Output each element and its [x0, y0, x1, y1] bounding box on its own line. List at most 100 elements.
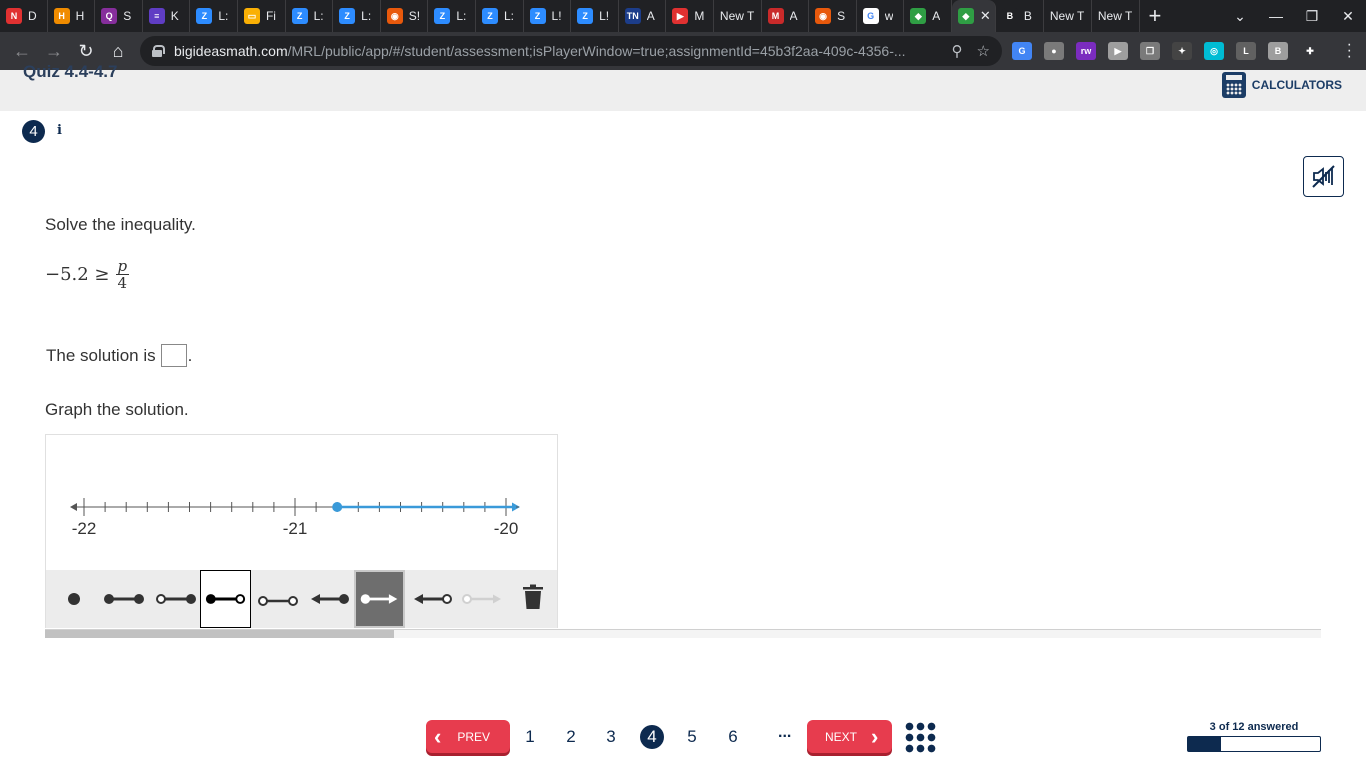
tool-left-ray-closed-button[interactable]	[303, 570, 354, 628]
close-window-icon[interactable]: ✕	[1330, 8, 1366, 25]
window-controls: ⌄ — ❐ ✕	[1222, 0, 1366, 32]
browser-tab[interactable]: Z L:	[428, 0, 476, 32]
browser-menu-icon[interactable]: · · ·	[1347, 37, 1352, 65]
tab-title: L:	[456, 9, 467, 23]
tab-favicon-icon: ◆	[910, 8, 927, 24]
extension-icon[interactable]: ✚	[1300, 42, 1320, 60]
tool-delete-button[interactable]	[507, 570, 558, 628]
browser-tab-strip: N D H H Q S ≡ K Z L: ▭ Fi Z L: Z L: ◉ S! Z L: Z L: Z L! Z L! TN A ▶ M…	[0, 0, 1366, 32]
tab-search-icon[interactable]: ⌄	[1222, 8, 1258, 25]
extension-icon[interactable]: G	[1012, 42, 1032, 60]
url-text[interactable]: bigideasmath.com/MRL/public/app/#/studen…	[174, 43, 952, 59]
audio-mute-button[interactable]	[1303, 156, 1344, 197]
progress-fill	[1188, 737, 1221, 751]
browser-tab[interactable]: ◉ S	[809, 0, 857, 32]
bookmark-star-icon[interactable]: ☆	[977, 42, 990, 60]
left-ray-closed-icon	[310, 594, 349, 604]
minimize-icon[interactable]: —	[1258, 8, 1294, 24]
closed-closed-segment-icon	[103, 594, 144, 604]
tab-title: H	[75, 9, 85, 23]
browser-tab[interactable]: ▭ Fi	[238, 0, 286, 32]
browser-tab[interactable]: New T	[1044, 0, 1092, 32]
page-4-link[interactable]: 4	[640, 725, 664, 749]
lock-icon[interactable]	[152, 45, 165, 57]
browser-tab[interactable]: ≡ K	[143, 0, 191, 32]
page-5-link[interactable]: 5	[680, 725, 704, 749]
tool-open-closed-segment-button[interactable]	[150, 570, 201, 628]
open-closed-segment-icon	[155, 594, 196, 604]
browser-tab[interactable]: Z L:	[286, 0, 334, 32]
browser-tab[interactable]: TN A	[619, 0, 667, 32]
extension-icon[interactable]: ❐	[1140, 42, 1160, 60]
number-line-label: -22	[72, 519, 97, 538]
question-prompt: Solve the inequality.	[45, 215, 196, 234]
tab-favicon-icon: ◉	[386, 8, 403, 24]
extension-icon[interactable]: rw	[1076, 42, 1096, 60]
horizontal-scrollbar[interactable]	[45, 629, 1321, 638]
page-3-link[interactable]: 3	[599, 725, 623, 749]
zoom-icon[interactable]: ⚲	[952, 42, 963, 60]
tab-favicon-icon: Q	[101, 8, 118, 24]
address-bar[interactable]: bigideasmath.com/MRL/public/app/#/studen…	[140, 36, 1002, 66]
tab-close-icon[interactable]: ✕	[980, 8, 991, 24]
number-line[interactable]: -22 -21 -20	[46, 435, 557, 569]
tab-favicon-icon: ◆	[957, 8, 974, 24]
browser-tab[interactable]: MA	[762, 0, 810, 32]
tool-open-open-segment-button[interactable]	[252, 570, 303, 628]
browser-tab[interactable]: HH	[48, 0, 96, 32]
browser-tab[interactable]: ▶ M	[666, 0, 714, 32]
tab-favicon-icon: Z	[577, 8, 594, 24]
browser-tab[interactable]: Z L!	[524, 0, 572, 32]
tool-closed-closed-segment-button[interactable]	[98, 570, 149, 628]
number-line-label: -21	[283, 519, 308, 538]
prev-button[interactable]: ‹ PREV	[426, 720, 510, 753]
browser-tab[interactable]: BB	[996, 0, 1044, 32]
more-pages-ellipsis[interactable]: ...	[778, 724, 791, 742]
browser-tab[interactable]: New T	[714, 0, 762, 32]
next-button[interactable]: NEXT ›	[807, 720, 892, 753]
browser-tab[interactable]: ◉ S!	[381, 0, 429, 32]
browser-tab[interactable]: Gw	[857, 0, 905, 32]
browser-tab[interactable]: ND	[0, 0, 48, 32]
solution-answer-input[interactable]	[160, 344, 187, 367]
page-1-link[interactable]: 1	[518, 725, 542, 749]
tool-left-ray-open-button[interactable]	[406, 570, 457, 628]
page-2-link[interactable]: 2	[559, 725, 583, 749]
right-ray-closed-icon	[360, 594, 398, 604]
restore-icon[interactable]: ❐	[1294, 8, 1330, 25]
tool-point-button[interactable]	[48, 570, 99, 628]
extension-icon[interactable]: ▶	[1108, 42, 1128, 60]
open-open-segment-icon	[257, 596, 298, 606]
fraction: p 4	[115, 258, 130, 291]
browser-tab[interactable]: Z L:	[333, 0, 381, 32]
browser-tab[interactable]: ◆ A	[904, 0, 952, 32]
tab-title: D	[28, 9, 37, 23]
tab-title: New T	[1049, 9, 1085, 23]
browser-tab[interactable]: Z L!	[571, 0, 619, 32]
info-icon[interactable]: i	[57, 123, 62, 138]
right-ray-open-icon	[461, 594, 501, 604]
solution-point	[332, 502, 343, 512]
scrollbar-thumb[interactable]	[45, 630, 394, 638]
extension-icon[interactable]: B	[1268, 42, 1288, 60]
question-grid-icon[interactable]	[904, 721, 938, 755]
browser-tab[interactable]: Z L:	[190, 0, 238, 32]
closed-open-segment-icon	[205, 594, 246, 604]
tab-title: L:	[218, 9, 229, 23]
browser-tab[interactable]: QS	[95, 0, 143, 32]
active-browser-tab[interactable]: ◆ ✕	[951, 0, 996, 32]
browser-tab[interactable]: New T	[1092, 0, 1140, 32]
tab-title: A	[789, 9, 798, 23]
page-6-link[interactable]: 6	[721, 725, 745, 749]
extension-icon[interactable]: ●	[1044, 42, 1064, 60]
extension-icon[interactable]: ✦	[1172, 42, 1192, 60]
axis-arrow-left	[70, 503, 77, 511]
tool-closed-open-segment-button[interactable]	[200, 570, 251, 628]
tab-favicon-icon: ≡	[148, 8, 165, 24]
tool-right-ray-closed-button[interactable]	[354, 570, 405, 628]
browser-tab[interactable]: Z L:	[476, 0, 524, 32]
calculators-button[interactable]: CALCULATORS	[1221, 72, 1342, 98]
new-tab-button[interactable]: +	[1140, 0, 1170, 32]
extension-icon[interactable]: L	[1236, 42, 1256, 60]
extension-icon[interactable]: ◎	[1204, 42, 1224, 60]
